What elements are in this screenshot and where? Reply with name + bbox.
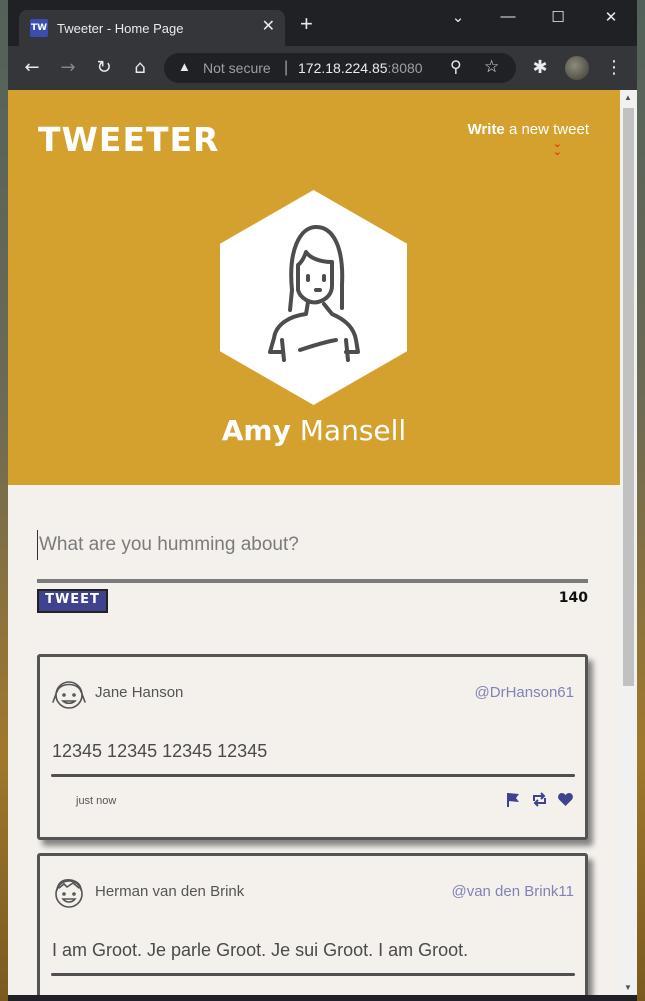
tweet-actions [505,791,574,808]
profile-avatar[interactable] [565,56,589,80]
security-label: Not secure [203,60,271,76]
close-window-icon[interactable]: ✕ [596,8,626,26]
tweet-card: Jane Hanson @DrHanson61 12345 12345 1234… [37,654,588,840]
profile-header: TWEETER Write a new tweet ⌄ ⌄ Amy Mansel… [8,90,620,485]
tweet-divider [51,973,575,976]
composer-divider [37,579,588,583]
new-tab-button[interactable]: + [300,13,313,35]
girl-face-icon [52,681,86,709]
tweet-divider [51,774,575,777]
tab-strip: TW Tweeter - Home Page ✕ + ⌄ — ☐ ✕ [8,0,637,46]
maximize-icon[interactable]: ☐ [543,8,573,26]
tweet-timestamp: just now [76,795,117,807]
heart-icon[interactable] [557,791,574,808]
scroll-up-arrow-icon[interactable]: ▲ [624,93,632,102]
warning-icon: ▲ [178,59,191,74]
address-url: 172.18.224.85:8080 [298,60,423,76]
write-tweet-link[interactable]: Write a new tweet [468,121,589,138]
address-bar[interactable]: ▲ Not secure | 172.18.224.85:8080 ⚲ ☆ [164,53,516,83]
tweet-compose-input[interactable] [37,530,588,560]
tweet-content: I am Groot. Je parle Groot. Je sui Groot… [52,940,469,960]
tweet-content: 12345 12345 12345 12345 [52,741,268,761]
address-host: 172.18.224.85 [298,60,388,76]
profile-first-name: Amy [221,414,291,447]
back-icon[interactable]: ← [20,56,44,80]
tweet-card: Herman van den Brink @van den Brink11 I … [37,853,588,995]
forward-icon[interactable]: → [56,56,80,80]
tab-close-icon[interactable]: ✕ [262,17,275,37]
boy-face-icon [55,878,83,908]
zoom-icon[interactable]: ⚲ [450,57,462,77]
tweet-handle[interactable]: @DrHanson61 [475,684,574,701]
tweeter-favicon-icon: TW [30,19,48,37]
address-port: :8080 [387,60,423,76]
profile-name: Amy Mansell [8,414,620,447]
home-icon[interactable]: ⌂ [128,56,152,80]
tweet-handle[interactable]: @van den Brink11 [451,883,574,900]
page: TWEETER Write a new tweet ⌄ ⌄ Amy Mansel… [8,90,620,995]
retweet-icon[interactable] [531,791,548,808]
menu-kebab-icon[interactable]: ⋮ [602,56,626,80]
profile-avatar-hexagon [220,190,407,405]
compose-link-bold: Write [467,121,505,138]
scrollbar-thumb[interactable] [623,108,634,686]
page-viewport: TWEETER Write a new tweet ⌄ ⌄ Amy Mansel… [8,90,637,995]
profile-last-name: Mansell [290,414,407,447]
minimize-icon[interactable]: — [493,8,523,25]
tab-title: Tweeter - Home Page [57,21,184,36]
tweet-author: Herman van den Brink [95,883,245,900]
browser-toolbar: ← → ↻ ⌂ ▲ Not secure | 172.18.224.85:808… [8,46,637,90]
address-separator: | [284,59,289,76]
tab-search-chevron-icon[interactable]: ⌄ [443,8,473,26]
compose-link-rest: a new tweet [504,121,589,138]
tweet-author: Jane Hanson [95,684,184,701]
bookmark-star-icon[interactable]: ☆ [484,57,499,77]
extensions-icon[interactable]: ✱ [528,56,552,80]
brand-logo: TWEETER [38,120,220,159]
browser-tab[interactable]: TW Tweeter - Home Page ✕ [19,10,285,46]
tweet-button[interactable]: TWEET [37,589,108,613]
browser-window: TW Tweeter - Home Page ✕ + ⌄ — ☐ ✕ ← → ↻… [8,0,637,1001]
reload-icon[interactable]: ↻ [92,56,116,80]
double-chevron-down-icon[interactable]: ⌄ ⌄ [553,139,562,158]
scroll-down-arrow-icon[interactable]: ▼ [624,983,632,992]
vertical-scrollbar[interactable]: ▲ ▼ [620,90,637,995]
character-counter: 140 [558,590,588,606]
flag-icon[interactable] [505,791,522,808]
